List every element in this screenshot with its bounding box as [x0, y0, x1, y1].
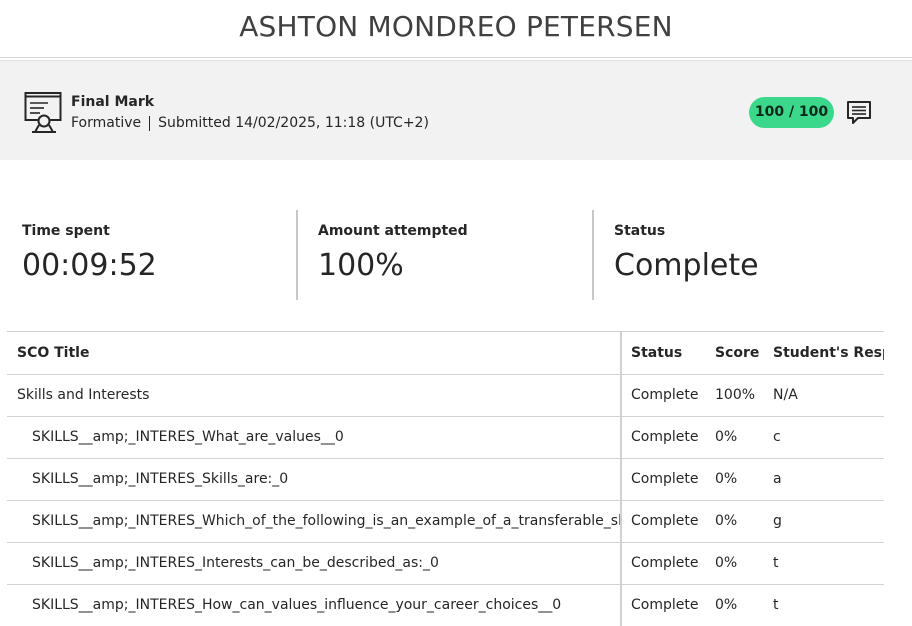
- stat-label: Amount attempted: [318, 223, 468, 239]
- comment-icon[interactable]: [845, 99, 873, 127]
- stat-status: Status Complete: [614, 210, 884, 300]
- stat-time-spent: Time spent 00:09:52: [22, 210, 292, 300]
- table-header-row: SCO Title Status Score Student's Respons…: [7, 332, 884, 375]
- stat-value: 100%: [318, 248, 404, 283]
- stat-label: Time spent: [22, 223, 110, 239]
- attempt-stats: Time spent 00:09:52 Amount attempted 100…: [0, 210, 912, 300]
- column-header-sco-title[interactable]: SCO Title: [7, 332, 622, 375]
- sco-title-cell: Skills and Interests: [7, 374, 622, 417]
- score-cell: 0%: [715, 500, 773, 543]
- stat-value: 00:09:52: [22, 248, 157, 283]
- status-cell: Complete: [621, 458, 715, 501]
- table-row: SKILLS__amp;_INTERES_What_are_values__0 …: [7, 416, 884, 459]
- stat-value: Complete: [614, 248, 759, 283]
- response-cell: N/A: [773, 374, 884, 417]
- sco-results-table[interactable]: SCO Title Status Score Student's Respons…: [7, 331, 884, 626]
- table-row: SKILLS__amp;_INTERES_Skills_are:_0 Compl…: [7, 458, 884, 501]
- student-name-heading: ASHTON MONDREO PETERSEN: [0, 0, 912, 58]
- status-cell: Complete: [621, 584, 715, 626]
- final-mark-details: Formative Submitted 14/02/2025, 11:18 (U…: [71, 115, 429, 131]
- final-mark-bar: Final Mark Formative Submitted 14/02/202…: [0, 60, 912, 160]
- response-cell: t: [773, 542, 884, 585]
- certificate-icon: [24, 91, 62, 133]
- score-cell: 0%: [715, 584, 773, 626]
- score-cell: 0%: [715, 542, 773, 585]
- response-cell: g: [773, 500, 884, 543]
- score-badge: 100 / 100: [749, 97, 834, 128]
- table-row: SKILLS__amp;_INTERES_Interests_can_be_de…: [7, 542, 884, 585]
- assessment-type: Formative: [71, 115, 142, 131]
- sco-title-cell: SKILLS__amp;_INTERES_What_are_values__0: [7, 416, 622, 459]
- score-cell: 100%: [715, 374, 773, 417]
- status-cell: Complete: [621, 374, 715, 417]
- column-header-status[interactable]: Status: [621, 332, 715, 375]
- response-cell: a: [773, 458, 884, 501]
- sco-title-cell: SKILLS__amp;_INTERES_Skills_are:_0: [7, 458, 622, 501]
- table-row: Skills and Interests Complete 100% N/A: [7, 374, 884, 417]
- status-cell: Complete: [621, 500, 715, 543]
- status-cell: Complete: [621, 542, 715, 585]
- score-cell: 0%: [715, 416, 773, 459]
- sco-title-cell: SKILLS__amp;_INTERES_How_can_values_infl…: [7, 584, 622, 626]
- stat-amount-attempted: Amount attempted 100%: [318, 210, 588, 300]
- status-cell: Complete: [621, 416, 715, 459]
- stat-divider: [592, 210, 594, 300]
- stat-divider: [296, 210, 298, 300]
- sco-title-cell: SKILLS__amp;_INTERES_Which_of_the_follow…: [7, 500, 622, 543]
- submitted-timestamp: Submitted 14/02/2025, 11:18 (UTC+2): [158, 115, 429, 131]
- stat-label: Status: [614, 223, 666, 239]
- divider: [149, 115, 151, 131]
- sco-title-cell: SKILLS__amp;_INTERES_Interests_can_be_de…: [7, 542, 622, 585]
- score-cell: 0%: [715, 458, 773, 501]
- column-header-score[interactable]: Score: [715, 332, 773, 375]
- response-cell: c: [773, 416, 884, 459]
- table-row: SKILLS__amp;_INTERES_How_can_values_infl…: [7, 584, 884, 626]
- table-row: SKILLS__amp;_INTERES_Which_of_the_follow…: [7, 500, 884, 543]
- column-header-student-response[interactable]: Student's Response: [773, 332, 884, 375]
- final-mark-title: Final Mark: [71, 94, 155, 110]
- response-cell: t: [773, 584, 884, 626]
